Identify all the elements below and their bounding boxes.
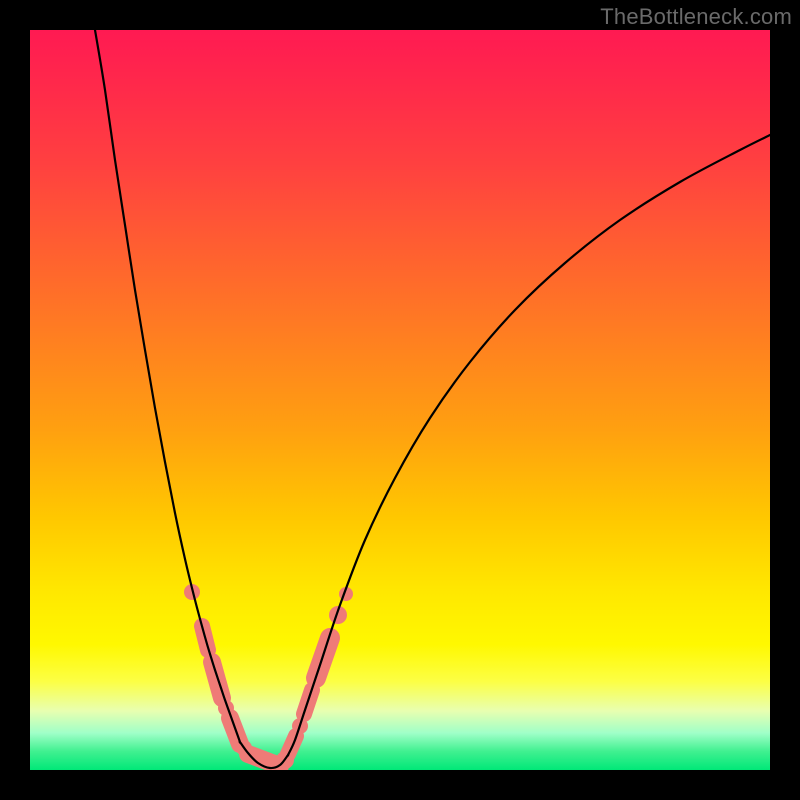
chart-svg [30,30,770,770]
bottleneck-curve [95,30,770,768]
watermark-label: TheBottleneck.com [600,4,792,30]
chart-plot-area [30,30,770,770]
valley-markers-layer [184,584,353,769]
marker-segment [248,754,280,766]
